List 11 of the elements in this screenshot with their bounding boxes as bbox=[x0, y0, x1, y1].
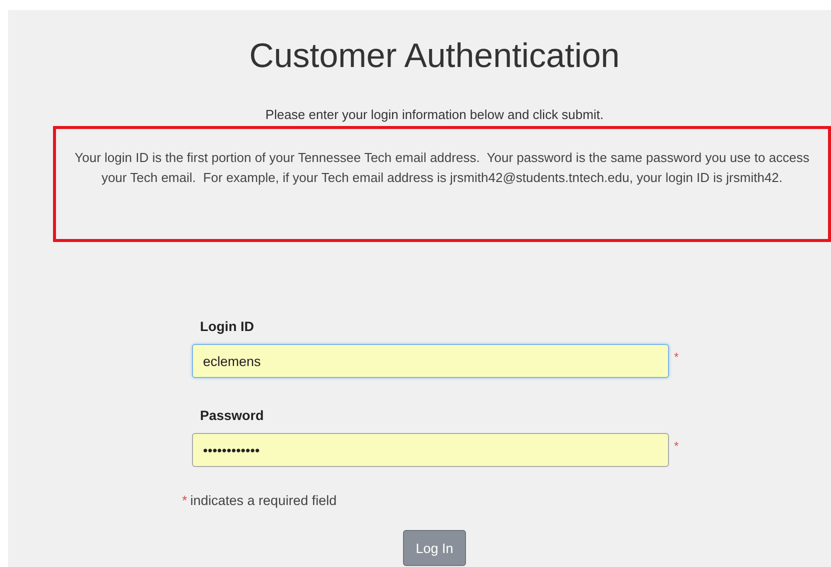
input-field[interactable]: •••••••••••• bbox=[192, 433, 669, 467]
required-mark: * bbox=[674, 350, 679, 364]
instruction-text: Please enter your login information below and click submit. bbox=[264, 107, 605, 123]
input-field[interactable]: eclemens bbox=[192, 344, 669, 378]
required-mark: * bbox=[674, 439, 679, 453]
field-label: Password bbox=[200, 408, 265, 425]
field-label: Login ID bbox=[200, 319, 255, 336]
notice-text: Your login ID is the first portion of your Tennessee Tech email address. Your password is the same password you use to access your Tech email. For example, if your Tech email address is jrsmith42@students.tntech.edu, your login ID is jrsmith42. bbox=[74, 149, 810, 187]
required-mark: * bbox=[182, 493, 188, 508]
required-note: indicates a required field bbox=[190, 493, 337, 508]
page-title: Customer Authentication bbox=[248, 36, 621, 76]
